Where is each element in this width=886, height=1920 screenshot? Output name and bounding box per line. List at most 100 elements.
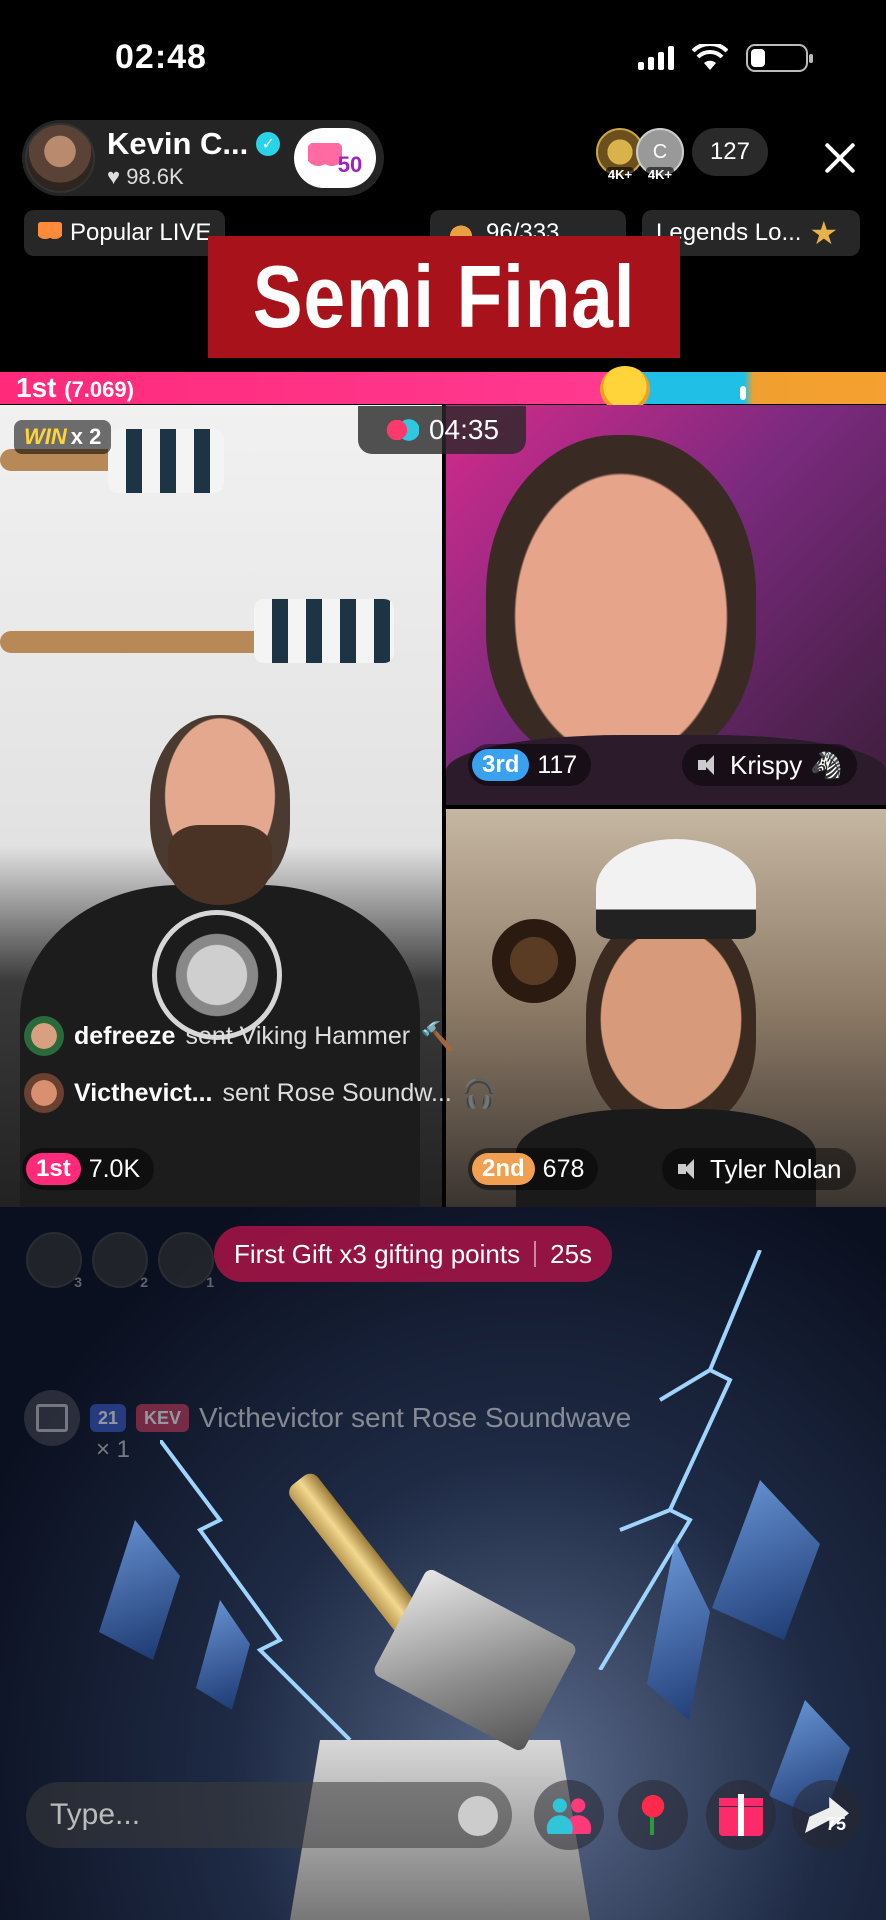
bar-marker xyxy=(740,386,746,400)
host-badge-value: 50 xyxy=(337,152,363,177)
first-gift-banner[interactable]: First Gift x3 gifting points 25s xyxy=(214,1226,613,1282)
host-info: Kevin C... ✓ ♥ 98.6K xyxy=(107,126,281,190)
wall-decoration xyxy=(492,919,576,1003)
battle-score: (7.069) xyxy=(64,377,134,402)
timer-value: 04:35 xyxy=(428,414,500,445)
win-label: WIN xyxy=(24,424,67,449)
battle-rank: 1st xyxy=(16,372,57,403)
host-likes-value: 98.6K xyxy=(126,164,184,189)
cap xyxy=(596,839,756,939)
chat-text: Victhevictor sent Rose Soundwave xyxy=(199,1402,632,1433)
win-streak-badge: WIN x 2 xyxy=(14,420,112,454)
gift-notice: Victhevict... sent Rose Soundw... 🎧 xyxy=(24,1070,497,1116)
status-time: 02:48 xyxy=(115,38,207,76)
rose-gift-button[interactable] xyxy=(618,1780,688,1850)
close-icon[interactable] xyxy=(820,138,860,178)
gifter-avatar xyxy=(24,1073,64,1113)
first-gift-label: First Gift x3 gifting points xyxy=(234,1238,521,1269)
gifter-rank: 3 xyxy=(74,1274,82,1290)
gift-icon xyxy=(24,1390,80,1446)
rank-badge: 1st xyxy=(26,1153,81,1185)
score-value: 117 xyxy=(537,750,578,779)
rank-badge: 3rd xyxy=(472,749,530,781)
viewer-tag: 4K+ xyxy=(645,167,675,182)
viewer-avatar[interactable]: C 4K+ xyxy=(635,128,684,182)
animal-icon: 🦓 xyxy=(810,749,843,780)
comment-input[interactable] xyxy=(50,1798,430,1832)
oar-blade xyxy=(254,599,394,663)
rose-soundwave-icon: 🎧 xyxy=(461,1077,497,1109)
rose-icon xyxy=(633,1793,673,1837)
lightning-effect xyxy=(160,1440,352,1740)
host-follow-badge[interactable]: 50 xyxy=(294,128,376,188)
verified-icon: ✓ xyxy=(256,132,281,156)
person-head xyxy=(486,435,756,765)
chat-gift-count: × 1 xyxy=(96,1436,131,1463)
battle-timer: 04:35 xyxy=(358,406,526,454)
gift-action: sent Viking Hammer xyxy=(185,1021,411,1050)
viewer-list[interactable]: 4K+ C 4K+ 127 xyxy=(595,128,768,182)
mute-icon xyxy=(696,752,722,778)
multi-guest-button[interactable] xyxy=(534,1780,604,1850)
gift-notice: defreeze sent Viking Hammer 🔨 xyxy=(24,1013,455,1059)
battery-icon xyxy=(746,44,813,72)
heart-icon xyxy=(307,143,342,173)
score-value: 678 xyxy=(542,1154,585,1183)
emoji-icon[interactable] xyxy=(458,1796,498,1836)
host-pill[interactable]: Kevin C... ✓ ♥ 98.6K 50 xyxy=(22,120,384,196)
player-name-text: Tyler Nolan xyxy=(710,1153,842,1184)
mute-icon xyxy=(676,1156,702,1182)
gift-icon xyxy=(719,1794,763,1836)
top-gifter-avatar[interactable]: 1 xyxy=(158,1232,214,1290)
wifi-icon xyxy=(692,44,728,70)
host-likes: ♥ 98.6K xyxy=(107,164,184,189)
gift-action: sent Rose Soundw... xyxy=(222,1078,452,1107)
first-gift-countdown: 25s xyxy=(550,1238,593,1269)
beard xyxy=(168,825,272,905)
gloves-icon xyxy=(384,418,419,442)
user-level-badge: 21 xyxy=(90,1404,127,1432)
popular-live-chip[interactable]: Popular LIVE xyxy=(24,210,226,256)
gifter-rank: 2 xyxy=(140,1274,148,1290)
player-name[interactable]: Krispy 🦓 xyxy=(682,744,857,786)
player-name[interactable]: Tyler Nolan xyxy=(662,1148,856,1190)
player-name-text: Krispy xyxy=(730,749,803,780)
player-score: 2nd 678 xyxy=(468,1148,599,1190)
viewer-count[interactable]: 127 xyxy=(691,128,768,176)
banner-text: Semi Final xyxy=(252,247,636,346)
top-gifters[interactable]: 3 2 1 xyxy=(26,1232,214,1290)
rank-badge: 2nd xyxy=(472,1153,535,1185)
popular-live-label: Popular LIVE xyxy=(70,219,212,246)
share-count: 75 xyxy=(826,1814,847,1834)
multi-guest-icon xyxy=(546,1796,592,1834)
host-name-row: Kevin C... ✓ xyxy=(107,126,281,162)
host-name: Kevin C... xyxy=(107,126,249,161)
top-gifter-avatar[interactable]: 2 xyxy=(92,1232,148,1290)
comment-input-bar[interactable] xyxy=(26,1782,512,1848)
fan-club-badge: KEV xyxy=(136,1404,190,1432)
oar-blade xyxy=(108,429,224,493)
score-value: 7.0K xyxy=(88,1154,141,1183)
gift-button[interactable] xyxy=(706,1780,776,1850)
hammer-gift-icon: 🔨 xyxy=(420,1020,455,1052)
person-head xyxy=(586,909,756,1129)
player-score: 3rd 117 xyxy=(468,744,592,786)
gifter-name: defreeze xyxy=(74,1021,176,1050)
viewer-initial: C xyxy=(652,140,668,163)
status-icons xyxy=(638,44,813,72)
star-icon: ★ xyxy=(809,215,839,251)
oar-decoration xyxy=(0,631,270,653)
gifter-rank: 1 xyxy=(206,1274,214,1290)
win-multiplier: x 2 xyxy=(70,424,102,449)
top-gifter-avatar[interactable]: 3 xyxy=(26,1232,82,1290)
player-score: 1st 7.0K xyxy=(22,1148,155,1190)
viewer-tag: 4K+ xyxy=(605,167,635,182)
heart-icon xyxy=(38,222,62,244)
divider xyxy=(534,1241,537,1267)
battle-position: 1st (7.069) xyxy=(16,372,134,406)
semi-final-banner: Semi Final xyxy=(208,236,680,358)
signal-icon xyxy=(638,46,674,70)
gifter-name: Victhevict... xyxy=(74,1078,213,1107)
gifter-avatar xyxy=(24,1016,64,1056)
host-avatar[interactable] xyxy=(25,123,95,193)
